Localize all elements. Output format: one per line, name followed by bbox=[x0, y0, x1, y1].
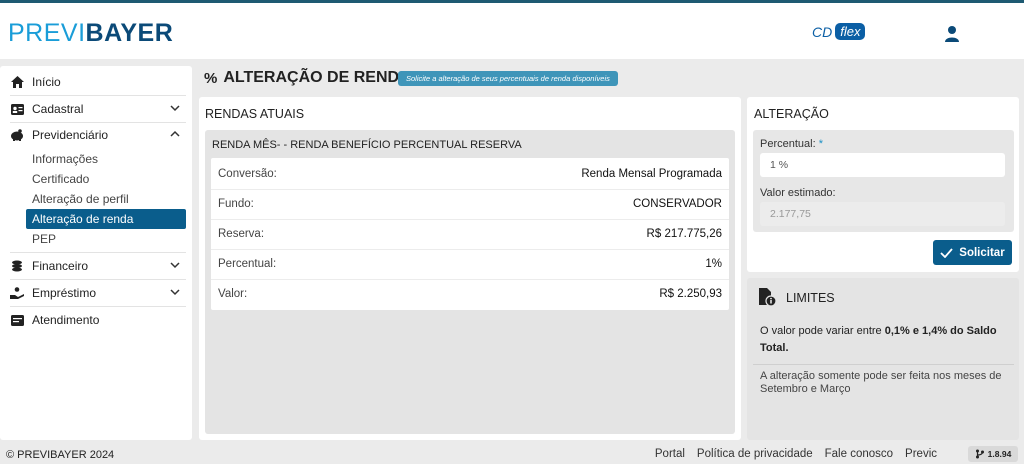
sidebar-item-label: Empréstimo bbox=[32, 286, 97, 300]
sidebar-item-label: Cadastral bbox=[32, 102, 84, 116]
detail-value: R$ 2.250,93 bbox=[659, 288, 722, 300]
hand-coin-icon bbox=[10, 287, 24, 299]
detail-label: Reserva: bbox=[218, 228, 265, 240]
rendas-atuais-title: RENDAS ATUAIS bbox=[205, 107, 305, 121]
detail-value: 1% bbox=[705, 258, 722, 270]
logo-bold-text: BAYER bbox=[85, 19, 174, 47]
piggy-bank-icon bbox=[10, 129, 24, 141]
sidebar-subitem-pep[interactable]: PEP bbox=[26, 229, 186, 249]
version-badge: 1.8.94 bbox=[968, 446, 1018, 462]
valor-estimado-label: Valor estimado: bbox=[760, 187, 836, 199]
percentual-label: Percentual: * bbox=[760, 138, 823, 150]
detail-value: R$ 217.775,26 bbox=[646, 228, 722, 240]
divider bbox=[10, 279, 186, 280]
footer-link-portal[interactable]: Portal bbox=[655, 448, 685, 460]
document-info-icon bbox=[757, 287, 777, 307]
page-hint-tag: Solicite a alteração de seus percentuais… bbox=[398, 71, 618, 86]
user-icon[interactable] bbox=[943, 25, 961, 43]
divider bbox=[10, 306, 186, 307]
sidebar-subitem-informacoes[interactable]: Informações bbox=[26, 149, 186, 169]
cd-flex-prefix: CD bbox=[812, 23, 833, 40]
chevron-down-icon bbox=[170, 262, 180, 269]
chevron-up-icon bbox=[170, 130, 180, 137]
sidebar-item-label: Atendimento bbox=[32, 313, 100, 327]
divider bbox=[10, 122, 186, 123]
detail-value: Renda Mensal Programada bbox=[581, 168, 722, 180]
divider bbox=[10, 252, 186, 253]
cd-flex-badge: flex bbox=[835, 23, 866, 40]
sidebar-subitem-alteracao-renda[interactable]: Alteração de renda bbox=[26, 209, 186, 229]
divider bbox=[753, 364, 1014, 365]
detail-row-fundo: Fundo: CONSERVADOR bbox=[211, 189, 729, 219]
solicitar-button[interactable]: Solicitar bbox=[933, 240, 1012, 265]
detail-label: Fundo: bbox=[218, 198, 254, 210]
sidebar-item-label: Início bbox=[32, 75, 61, 89]
branch-icon bbox=[975, 449, 984, 459]
rendas-card-title: RENDA MÊS- - RENDA BENEFÍCIO PERCENTUAL … bbox=[212, 139, 522, 151]
percentual-label-text: Percentual: bbox=[760, 138, 816, 150]
sidebar-item-atendimento[interactable]: Atendimento bbox=[10, 309, 186, 331]
version-text: 1.8.94 bbox=[987, 449, 1012, 459]
page-title-text: ALTERAÇÃO DE RENDA bbox=[223, 69, 411, 86]
limites-range-text: O valor pode variar entre 0,1% e 1,4% do… bbox=[760, 323, 1010, 357]
page-title: % ALTERAÇÃO DE RENDA bbox=[204, 69, 411, 87]
required-mark: * bbox=[818, 138, 823, 150]
sidebar-subitem-certificado[interactable]: Certificado bbox=[26, 169, 186, 189]
previbayer-logo[interactable]: PREVIBAYER bbox=[8, 19, 173, 48]
home-icon bbox=[10, 76, 24, 88]
check-icon bbox=[940, 247, 953, 258]
top-bar: PREVIBAYER CD flex bbox=[0, 0, 1024, 59]
percentual-input[interactable] bbox=[760, 153, 1005, 177]
detail-row-conversao: Conversão: Renda Mensal Programada bbox=[211, 159, 729, 189]
chat-icon bbox=[10, 314, 24, 326]
detail-label: Percentual: bbox=[218, 258, 277, 270]
limites-note: A alteração somente pode ser feita nos m… bbox=[760, 370, 1002, 395]
alteracao-title: ALTERAÇÃO bbox=[754, 107, 829, 121]
valor-estimado-field bbox=[760, 202, 1005, 226]
sidebar-subitem-alteracao-perfil[interactable]: Alteração de perfil bbox=[26, 189, 186, 209]
sidebar-item-financeiro[interactable]: Financeiro bbox=[10, 255, 186, 277]
id-card-icon bbox=[10, 103, 24, 115]
divider bbox=[10, 95, 186, 96]
sidebar-item-label: Financeiro bbox=[32, 259, 89, 273]
coins-icon bbox=[10, 260, 24, 272]
percent-icon: % bbox=[204, 69, 218, 87]
solicitar-button-label: Solicitar bbox=[959, 246, 1005, 259]
chevron-down-icon bbox=[170, 105, 180, 112]
chevron-down-icon bbox=[170, 289, 180, 296]
copyright: © PREVIBAYER 2024 bbox=[6, 449, 115, 461]
footer-link-previc[interactable]: Previc bbox=[905, 448, 937, 460]
cd-flex-logo: CD flex bbox=[812, 23, 866, 40]
detail-row-percentual: Percentual: 1% bbox=[211, 249, 729, 279]
sidebar-item-inicio[interactable]: Início bbox=[10, 71, 186, 93]
footer-link-fale-conosco[interactable]: Fale conosco bbox=[825, 448, 893, 460]
detail-label: Conversão: bbox=[218, 168, 277, 180]
sidebar-item-label: Previdenciário bbox=[32, 128, 109, 142]
detail-row-reserva: Reserva: R$ 217.775,26 bbox=[211, 219, 729, 249]
limites-text-prefix: O valor pode variar entre bbox=[760, 325, 885, 337]
sidebar-item-cadastral[interactable]: Cadastral bbox=[10, 98, 186, 120]
detail-label: Valor: bbox=[218, 288, 248, 300]
logo-light-text: PREVI bbox=[8, 19, 86, 47]
footer-link-privacidade[interactable]: Política de privacidade bbox=[697, 448, 813, 460]
limites-title: LIMITES bbox=[786, 291, 835, 305]
sidebar-item-emprestimo[interactable]: Empréstimo bbox=[10, 282, 186, 304]
detail-row-valor: Valor: R$ 2.250,93 bbox=[211, 279, 729, 309]
detail-value: CONSERVADOR bbox=[632, 198, 722, 210]
sidebar-item-previdenciario[interactable]: Previdenciário bbox=[10, 124, 186, 146]
footer-links: Portal Política de privacidade Fale cono… bbox=[655, 448, 937, 460]
